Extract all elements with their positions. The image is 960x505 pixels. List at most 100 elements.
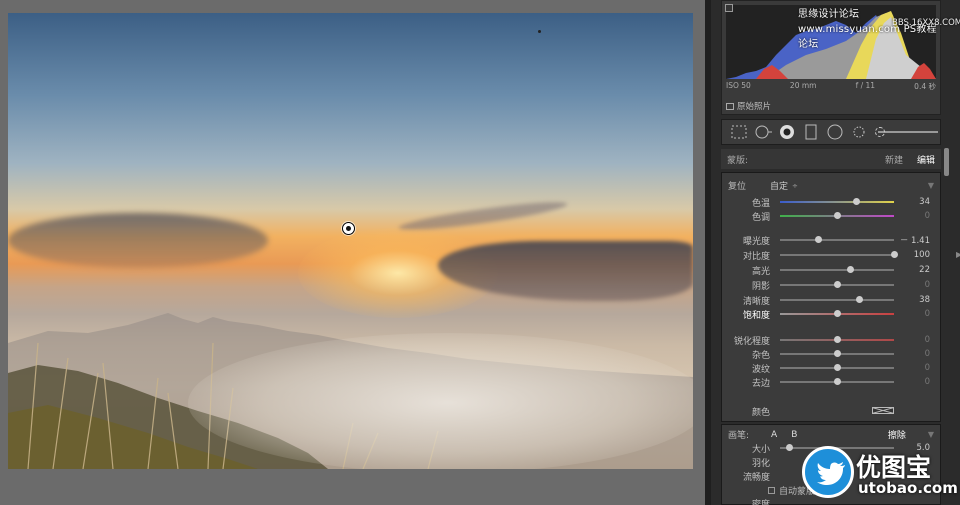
brush-size-thumb[interactable] xyxy=(786,444,794,451)
adjustment-brush-icon[interactable] xyxy=(850,124,868,140)
slider-thumb[interactable] xyxy=(891,251,898,258)
reset-button[interactable]: 复位 xyxy=(728,179,746,192)
brush-feather-label: 羽化 xyxy=(751,458,770,469)
mask-new-button[interactable]: 新建 xyxy=(885,153,903,166)
radial-filter-icon[interactable] xyxy=(826,124,844,140)
slider-track[interactable] xyxy=(780,378,894,385)
mask-row: 蒙版: 新建 编辑 xyxy=(721,149,941,169)
slider-value[interactable]: 22 xyxy=(894,265,930,275)
preset-caret-icon[interactable]: ÷ xyxy=(792,182,798,190)
mask-edit-button[interactable]: 编辑 xyxy=(917,153,935,166)
slider-thumb[interactable] xyxy=(853,198,861,205)
right-develop-panel: 思缘设计论坛 www.missyuan.com PS教程论坛 BBS.16XX8… xyxy=(705,0,960,505)
slider-label: 对比度 xyxy=(742,251,770,262)
collapse-triangle-icon[interactable]: ▼ xyxy=(928,181,934,190)
slider-thumb[interactable] xyxy=(834,336,841,343)
brush-flow-label: 流畅度 xyxy=(742,472,770,483)
slider-track[interactable] xyxy=(780,350,894,357)
panel-collapse-arrow-icon[interactable]: ▶ xyxy=(956,250,960,259)
graduated-filter-icon[interactable] xyxy=(802,124,820,140)
slider-label: 锐化程度 xyxy=(733,336,770,347)
sensor-dust-spot xyxy=(538,30,541,33)
brush-size-slider[interactable] xyxy=(875,127,938,137)
slider-thumb[interactable] xyxy=(855,296,863,303)
slider-row: 色调 0 xyxy=(722,209,940,223)
slider-value[interactable]: 0 xyxy=(894,280,930,290)
slider-label: 色温 xyxy=(751,198,770,209)
focal-length: 20 mm xyxy=(789,81,817,90)
slider-value[interactable]: 0 xyxy=(894,309,930,319)
slider-row: 高光 22 xyxy=(722,263,940,277)
slider-track[interactable] xyxy=(780,336,894,343)
slider-track[interactable] xyxy=(780,212,894,219)
shutter-speed: 0.4 秒 xyxy=(914,82,936,91)
slider-value[interactable]: 0 xyxy=(894,363,930,373)
slider-label: 色调 xyxy=(751,212,770,223)
shadow-clipping-toggle[interactable] xyxy=(725,4,733,12)
twitter-bird-icon xyxy=(817,462,845,485)
slider-row: 饱和度 0 xyxy=(722,307,940,321)
aperture: f / 11 xyxy=(855,81,876,90)
adjustment-settings: 复位 自定 ÷ ▼ 色温 34 色调 0 曝光度 － 1.41 对比度 100 高光 22 阴影 0 清… xyxy=(721,172,941,422)
slider-label: 曝光度 xyxy=(742,236,770,247)
slider-value[interactable]: 100 xyxy=(894,250,930,260)
slider-track[interactable] xyxy=(780,281,894,288)
logo-url: utobao.com xyxy=(858,479,958,497)
slider-label: 阴影 xyxy=(751,281,770,292)
brush-b-tab[interactable]: B xyxy=(791,430,797,440)
slider-value[interactable]: 0 xyxy=(894,335,930,345)
spot-removal-icon[interactable] xyxy=(754,124,772,140)
color-swatch[interactable] xyxy=(872,407,894,414)
slider-value[interactable]: 0 xyxy=(894,377,930,387)
slider-label: 饱和度 xyxy=(742,310,770,321)
slider-value[interactable]: 0 xyxy=(894,211,930,221)
slider-row: 色温 34 xyxy=(722,195,940,209)
slider-thumb[interactable] xyxy=(834,212,841,219)
brush-erase-tab[interactable]: 擦除 xyxy=(888,428,906,441)
slider-track[interactable] xyxy=(780,296,894,303)
brush-label: 画笔: xyxy=(728,431,750,441)
slider-thumb[interactable] xyxy=(834,364,841,371)
slider-thumb[interactable] xyxy=(834,378,841,385)
slider-label: 波纹 xyxy=(751,364,770,375)
logo-circle xyxy=(802,446,854,498)
slider-thumb[interactable] xyxy=(814,236,822,243)
iso-value: ISO 50 xyxy=(726,81,751,90)
slider-thumb[interactable] xyxy=(834,310,841,317)
slider-row: 去边 0 xyxy=(722,375,940,389)
slider-track[interactable] xyxy=(780,364,894,371)
slider-track[interactable] xyxy=(780,310,894,317)
histogram-panel: 思缘设计论坛 www.missyuan.com PS教程论坛 BBS.16XX8… xyxy=(721,0,960,115)
crop-overlay-icon[interactable] xyxy=(730,124,748,140)
slider-label: 去边 xyxy=(751,378,770,389)
original-photo-toggle[interactable]: 原始照片 xyxy=(726,100,771,112)
color-label: 颜色 xyxy=(751,407,770,418)
photo-preview[interactable] xyxy=(8,13,693,469)
slider-thumb[interactable] xyxy=(846,266,854,273)
slider-value[interactable]: 34 xyxy=(894,197,930,207)
effect-preset-row: 复位 自定 ÷ ▼ xyxy=(728,179,934,192)
effect-preset-dropdown[interactable]: 自定 xyxy=(770,179,788,192)
tool-strip xyxy=(721,119,941,145)
slider-thumb[interactable] xyxy=(834,281,841,288)
panel-scrollbar[interactable] xyxy=(944,148,949,176)
slider-track[interactable] xyxy=(780,251,898,258)
auto-mask-checkbox[interactable] xyxy=(768,487,775,494)
slider-value[interactable]: － 1.41 xyxy=(894,234,930,246)
brush-a-tab[interactable]: A xyxy=(771,430,777,440)
slider-row: 曝光度 － 1.41 xyxy=(722,233,940,247)
slider-track[interactable] xyxy=(780,236,894,243)
slider-value[interactable]: 0 xyxy=(894,349,930,359)
slider-label: 清晰度 xyxy=(742,296,770,307)
slider-track[interactable] xyxy=(780,266,894,273)
photo-canvas-area[interactable] xyxy=(0,0,705,505)
red-eye-icon[interactable] xyxy=(778,124,796,140)
mask-actions: 新建 编辑 xyxy=(885,153,935,166)
original-photo-checkbox[interactable] xyxy=(726,102,734,110)
graduated-filter-pin[interactable] xyxy=(342,222,355,235)
brush-collapse-icon[interactable]: ▼ xyxy=(928,430,934,439)
slider-track[interactable] xyxy=(780,198,894,205)
slider-thumb[interactable] xyxy=(834,350,841,357)
slider-value[interactable]: 38 xyxy=(894,295,930,305)
lightroom-develop-window: 思缘设计论坛 www.missyuan.com PS教程论坛 BBS.16XX8… xyxy=(0,0,960,505)
